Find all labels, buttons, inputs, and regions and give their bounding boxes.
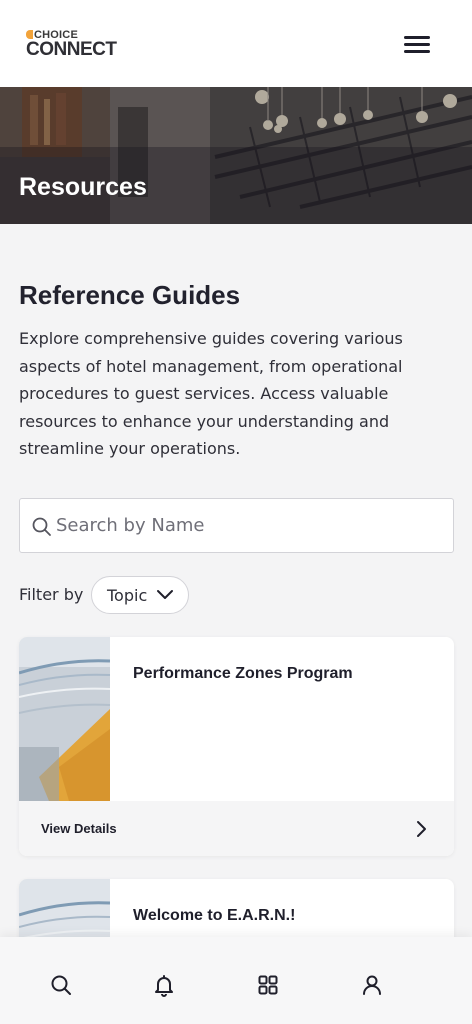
- view-details-button[interactable]: View Details: [19, 801, 454, 856]
- topic-filter-dropdown[interactable]: Topic: [91, 576, 189, 614]
- section-description: Explore comprehensive guides covering va…: [19, 329, 403, 458]
- hero-banner: Resources: [0, 87, 472, 224]
- hero-background-image: [0, 87, 472, 224]
- logo-bottom-text: CONNECT: [26, 39, 117, 60]
- search-input[interactable]: Search by Name: [19, 498, 454, 553]
- view-details-label: View Details: [41, 821, 117, 836]
- search-placeholder: Search by Name: [56, 515, 205, 536]
- page-title: Resources: [19, 173, 147, 201]
- guide-card[interactable]: Performance Zones Program View Details: [19, 637, 454, 856]
- guide-thumbnail: [19, 637, 110, 801]
- filter-label: Filter by: [19, 585, 84, 604]
- app-header: CHOICE CONNECT: [0, 0, 472, 87]
- guide-card-title: Performance Zones Program: [133, 665, 353, 682]
- chevron-right-icon: [417, 821, 426, 837]
- grid-icon[interactable]: [256, 973, 280, 997]
- guide-card-title: Welcome to E.A.R.N.!: [133, 907, 296, 924]
- hamburger-menu-icon[interactable]: [402, 34, 432, 56]
- bell-icon[interactable]: [152, 973, 176, 997]
- user-icon[interactable]: [360, 973, 384, 997]
- choice-connect-logo[interactable]: CHOICE CONNECT: [26, 29, 130, 61]
- section-title: Reference Guides: [19, 280, 241, 310]
- search-icon[interactable]: [49, 973, 73, 997]
- chevron-down-icon: [157, 590, 173, 599]
- bottom-navigation: [0, 937, 472, 1024]
- logo-mark: [26, 30, 33, 39]
- search-icon: [32, 517, 51, 536]
- topic-filter-value: Topic: [107, 586, 148, 605]
